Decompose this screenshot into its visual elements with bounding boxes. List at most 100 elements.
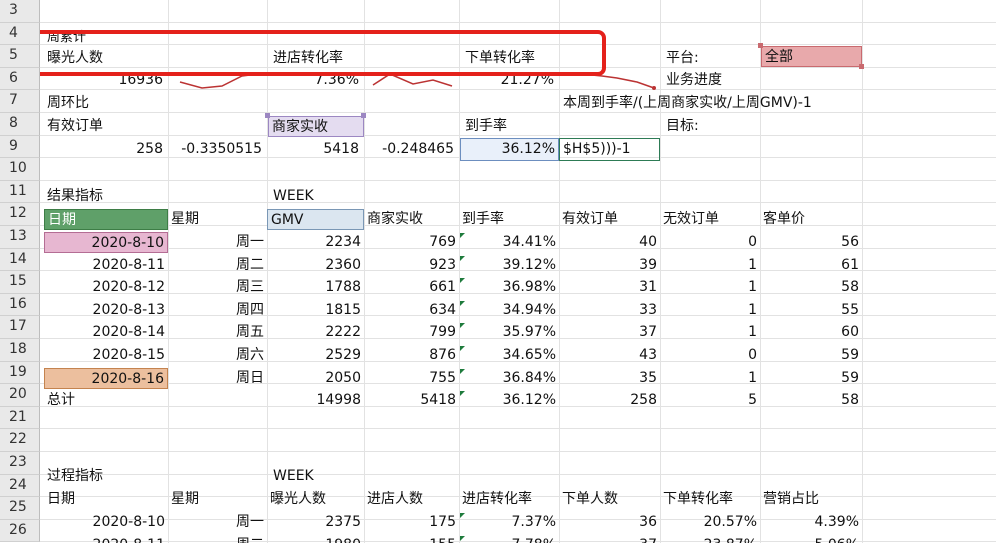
row-number[interactable]: 8 bbox=[0, 113, 40, 136]
table-cell[interactable]: 155 bbox=[364, 535, 459, 543]
table-cell[interactable]: 61 bbox=[760, 255, 862, 276]
table-cell[interactable]: 1980 bbox=[267, 535, 364, 543]
row-number[interactable]: 6 bbox=[0, 67, 40, 91]
table-cell[interactable]: 55 bbox=[760, 300, 862, 321]
table-cell[interactable]: 661 bbox=[364, 277, 459, 298]
table-cell[interactable]: 35.97% bbox=[459, 322, 559, 343]
table-cell[interactable]: 周四 bbox=[168, 300, 267, 321]
row-number[interactable]: 22 bbox=[0, 429, 40, 452]
table-cell[interactable]: 33 bbox=[559, 300, 660, 321]
table-cell[interactable]: 37 bbox=[559, 322, 660, 343]
table-cell[interactable]: 876 bbox=[364, 345, 459, 366]
table-cell[interactable]: 34.65% bbox=[459, 345, 559, 366]
table-cell[interactable]: 7.78% bbox=[459, 535, 559, 543]
row-number[interactable]: 21 bbox=[0, 406, 40, 430]
row-number[interactable]: 18 bbox=[0, 339, 40, 362]
date-cell[interactable]: 2020-8-13 bbox=[44, 300, 168, 321]
date-cell[interactable]: 2020-8-10 bbox=[44, 512, 168, 533]
row-number[interactable]: 11 bbox=[0, 180, 40, 204]
date-cell[interactable]: 2020-8-11 bbox=[44, 535, 168, 543]
platform-select[interactable]: 全部 bbox=[761, 46, 862, 67]
table-cell[interactable]: 31 bbox=[559, 277, 660, 298]
row-number[interactable]: 9 bbox=[0, 135, 40, 159]
table-cell[interactable]: 1815 bbox=[267, 300, 364, 321]
row-number[interactable]: 20 bbox=[0, 384, 40, 407]
table-cell[interactable]: 2360 bbox=[267, 255, 364, 276]
table-cell[interactable]: 1 bbox=[660, 300, 760, 321]
table-cell[interactable]: 40 bbox=[559, 232, 660, 253]
table-cell[interactable]: 1 bbox=[660, 277, 760, 298]
table-cell[interactable]: 周一 bbox=[168, 512, 267, 533]
table-cell[interactable]: 2529 bbox=[267, 345, 364, 366]
table-cell[interactable]: 60 bbox=[760, 322, 862, 343]
row-number[interactable]: 25 bbox=[0, 497, 40, 520]
table-cell[interactable]: 2234 bbox=[267, 232, 364, 253]
table-cell[interactable]: 周日 bbox=[168, 368, 267, 389]
row-number[interactable]: 7 bbox=[0, 90, 40, 113]
net-rate-value[interactable]: 36.12% bbox=[460, 138, 559, 161]
table-cell[interactable]: 59 bbox=[760, 368, 862, 389]
total-cell: 总计 bbox=[47, 392, 75, 409]
row-number[interactable]: 17 bbox=[0, 316, 40, 339]
table-cell[interactable]: 4.39% bbox=[760, 512, 862, 533]
table-cell[interactable]: 634 bbox=[364, 300, 459, 321]
row-number[interactable]: 10 bbox=[0, 158, 40, 181]
table-cell[interactable]: 2375 bbox=[267, 512, 364, 533]
table-cell[interactable]: 1 bbox=[660, 255, 760, 276]
date-cell[interactable]: 2020-8-16 bbox=[44, 367, 168, 389]
table-cell[interactable]: 923 bbox=[364, 255, 459, 276]
table-cell[interactable]: 36.84% bbox=[459, 368, 559, 389]
table-cell[interactable]: 35 bbox=[559, 368, 660, 389]
table-cell[interactable]: 58 bbox=[760, 277, 862, 298]
row-number[interactable]: 16 bbox=[0, 293, 40, 317]
table-cell[interactable]: 39.12% bbox=[459, 255, 559, 276]
row-number[interactable]: 4 bbox=[0, 22, 40, 46]
table-cell[interactable]: 56 bbox=[760, 232, 862, 253]
table-cell[interactable]: 周二 bbox=[168, 255, 267, 276]
table-cell[interactable]: 1 bbox=[660, 322, 760, 343]
table-cell[interactable]: 34.94% bbox=[459, 300, 559, 321]
table-cell[interactable]: 59 bbox=[760, 345, 862, 366]
table-cell[interactable]: 39 bbox=[559, 255, 660, 276]
table-cell[interactable]: 1788 bbox=[267, 277, 364, 298]
formula-cell[interactable]: $H$5)))-1 bbox=[559, 138, 660, 161]
table-cell[interactable]: 43 bbox=[559, 345, 660, 366]
row-number[interactable]: 13 bbox=[0, 226, 40, 249]
date-cell[interactable]: 2020-8-10 bbox=[44, 232, 168, 253]
table-cell[interactable]: 769 bbox=[364, 232, 459, 253]
row-number[interactable]: 23 bbox=[0, 452, 40, 475]
table-cell[interactable]: 周一 bbox=[168, 232, 267, 253]
table-cell[interactable]: 23.87% bbox=[660, 535, 760, 543]
table-cell[interactable]: 2222 bbox=[267, 322, 364, 343]
table-cell[interactable]: 1 bbox=[660, 368, 760, 389]
date-cell[interactable]: 2020-8-14 bbox=[44, 322, 168, 343]
table-cell[interactable]: 0 bbox=[660, 232, 760, 253]
table-cell[interactable]: 755 bbox=[364, 368, 459, 389]
table-cell[interactable]: 0 bbox=[660, 345, 760, 366]
table-cell[interactable]: 36 bbox=[559, 512, 660, 533]
row-number[interactable]: 24 bbox=[0, 474, 40, 498]
row-number[interactable]: 15 bbox=[0, 271, 40, 294]
table-cell[interactable]: 20.57% bbox=[660, 512, 760, 533]
table-cell[interactable]: 7.37% bbox=[459, 512, 559, 533]
table-cell[interactable]: 周六 bbox=[168, 345, 267, 366]
row-number[interactable]: 26 bbox=[0, 519, 40, 543]
table-cell[interactable]: 2050 bbox=[267, 368, 364, 389]
row-number[interactable]: 5 bbox=[0, 45, 40, 68]
table-cell[interactable]: 周二 bbox=[168, 535, 267, 543]
table-cell[interactable]: 799 bbox=[364, 322, 459, 343]
date-cell[interactable]: 2020-8-11 bbox=[44, 255, 168, 276]
date-cell[interactable]: 2020-8-15 bbox=[44, 345, 168, 366]
row-number[interactable]: 19 bbox=[0, 361, 40, 385]
date-cell[interactable]: 2020-8-12 bbox=[44, 277, 168, 298]
table-cell[interactable]: 周五 bbox=[168, 322, 267, 343]
row-number[interactable]: 14 bbox=[0, 248, 40, 272]
row-number[interactable]: 3 bbox=[0, 0, 40, 23]
table-cell[interactable]: 36.98% bbox=[459, 277, 559, 298]
table-cell[interactable]: 175 bbox=[364, 512, 459, 533]
table-cell[interactable]: 5.06% bbox=[760, 535, 862, 543]
table-cell[interactable]: 周三 bbox=[168, 277, 267, 298]
table-cell[interactable]: 37 bbox=[559, 535, 660, 543]
table-cell[interactable]: 34.41% bbox=[459, 232, 559, 253]
row-number[interactable]: 12 bbox=[0, 203, 40, 226]
